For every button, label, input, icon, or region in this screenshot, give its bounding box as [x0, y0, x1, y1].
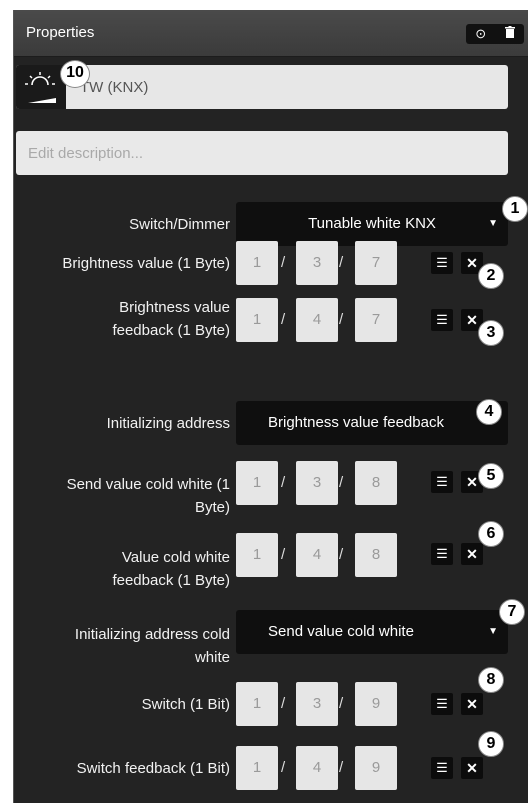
- callout-badge: 8: [478, 667, 504, 693]
- trash-icon[interactable]: [504, 24, 515, 44]
- lamp-icon: [25, 72, 56, 103]
- lamp-icon-button[interactable]: [16, 65, 66, 109]
- address-main[interactable]: 1: [236, 682, 278, 726]
- name-value: TW (KNX): [80, 79, 149, 96]
- switch-label: Switch (1 Bit): [141, 696, 230, 713]
- address-middle[interactable]: 4: [296, 533, 338, 577]
- address-sub[interactable]: 9: [355, 682, 397, 726]
- address-slash: /: [339, 311, 344, 328]
- close-icon[interactable]: ✕: [461, 757, 483, 779]
- description-input[interactable]: [16, 131, 508, 175]
- address-middle[interactable]: 3: [296, 241, 338, 285]
- init-address-cold-label: Initializing address cold white: [20, 623, 230, 669]
- switch-dimmer-value: Tunable white KNX: [308, 215, 436, 232]
- callout-badge: 5: [478, 463, 504, 489]
- address-main[interactable]: 1: [236, 241, 278, 285]
- init-address-cold-select[interactable]: Send value cold white ▼: [236, 610, 508, 654]
- callout-badge: 10: [60, 60, 90, 88]
- header-actions: ⊙: [466, 24, 524, 44]
- address-sub[interactable]: 7: [355, 298, 397, 342]
- label-line-2: feedback (1 Byte): [112, 572, 230, 589]
- panel-header: Properties ⊙: [14, 10, 528, 57]
- callout-badge: 3: [478, 320, 504, 346]
- brightness-feedback-label: Brightness value feedback (1 Byte): [20, 296, 230, 342]
- address-slash: /: [281, 695, 286, 712]
- brightness-value-label: Brightness value (1 Byte): [62, 255, 230, 272]
- address-slash: /: [281, 311, 286, 328]
- list-icon[interactable]: ☰: [431, 471, 453, 493]
- label-line-1: Send value cold white (1: [66, 476, 230, 493]
- label-line-1: Value cold white: [121, 549, 230, 566]
- list-icon[interactable]: ☰: [431, 693, 453, 715]
- address-sub[interactable]: 8: [355, 533, 397, 577]
- callout-badge: 2: [478, 263, 504, 289]
- list-icon[interactable]: ☰: [431, 543, 453, 565]
- label-line-2: white: [194, 649, 230, 666]
- callout-badge: 1: [502, 196, 528, 222]
- label-line-2: feedback (1 Byte): [112, 322, 230, 339]
- address-middle[interactable]: 3: [296, 682, 338, 726]
- label-line-1: Initializing address cold: [74, 626, 230, 643]
- callout-badge: 9: [478, 731, 504, 757]
- address-slash: /: [339, 546, 344, 563]
- callout-badge: 7: [499, 599, 525, 625]
- address-sub[interactable]: 7: [355, 241, 397, 285]
- send-cold-white-label: Send value cold white (1 Byte): [20, 473, 230, 519]
- init-address-cold-value: Send value cold white: [268, 623, 414, 640]
- init-address-value: Brightness value feedback: [268, 414, 444, 431]
- address-slash: /: [281, 254, 286, 271]
- address-slash: /: [339, 474, 344, 491]
- label-line-2: Byte): [194, 499, 230, 516]
- address-slash: /: [281, 474, 286, 491]
- callout-badge: 4: [476, 399, 502, 425]
- address-slash: /: [339, 759, 344, 776]
- close-icon[interactable]: ✕: [461, 693, 483, 715]
- address-main[interactable]: 1: [236, 746, 278, 790]
- address-main[interactable]: 1: [236, 298, 278, 342]
- callout-badge: 6: [478, 521, 504, 547]
- address-main[interactable]: 1: [236, 461, 278, 505]
- address-sub[interactable]: 9: [355, 746, 397, 790]
- list-icon[interactable]: ☰: [431, 757, 453, 779]
- address-slash: /: [339, 695, 344, 712]
- init-address-label: Initializing address: [106, 415, 230, 432]
- address-middle[interactable]: 4: [296, 746, 338, 790]
- address-slash: /: [281, 546, 286, 563]
- check-circle-icon[interactable]: ⊙: [475, 24, 486, 44]
- address-middle[interactable]: 3: [296, 461, 338, 505]
- switch-dimmer-label: Switch/Dimmer: [129, 216, 230, 233]
- panel-title: Properties: [26, 24, 95, 41]
- caret-down-icon: ▼: [488, 626, 498, 637]
- init-address-select[interactable]: Brightness value feedback: [236, 401, 508, 445]
- address-main[interactable]: 1: [236, 533, 278, 577]
- caret-down-icon: ▼: [488, 218, 498, 229]
- close-icon[interactable]: ✕: [461, 543, 483, 565]
- list-icon[interactable]: ☰: [431, 252, 453, 274]
- address-slash: /: [339, 254, 344, 271]
- list-icon[interactable]: ☰: [431, 309, 453, 331]
- switch-feedback-label: Switch feedback (1 Bit): [76, 760, 230, 777]
- label-line-1: Brightness value: [119, 299, 230, 316]
- cold-white-feedback-label: Value cold white feedback (1 Byte): [20, 546, 230, 592]
- address-sub[interactable]: 8: [355, 461, 397, 505]
- address-slash: /: [281, 759, 286, 776]
- address-middle[interactable]: 4: [296, 298, 338, 342]
- switch-dimmer-select[interactable]: Tunable white KNX ▼: [236, 202, 508, 246]
